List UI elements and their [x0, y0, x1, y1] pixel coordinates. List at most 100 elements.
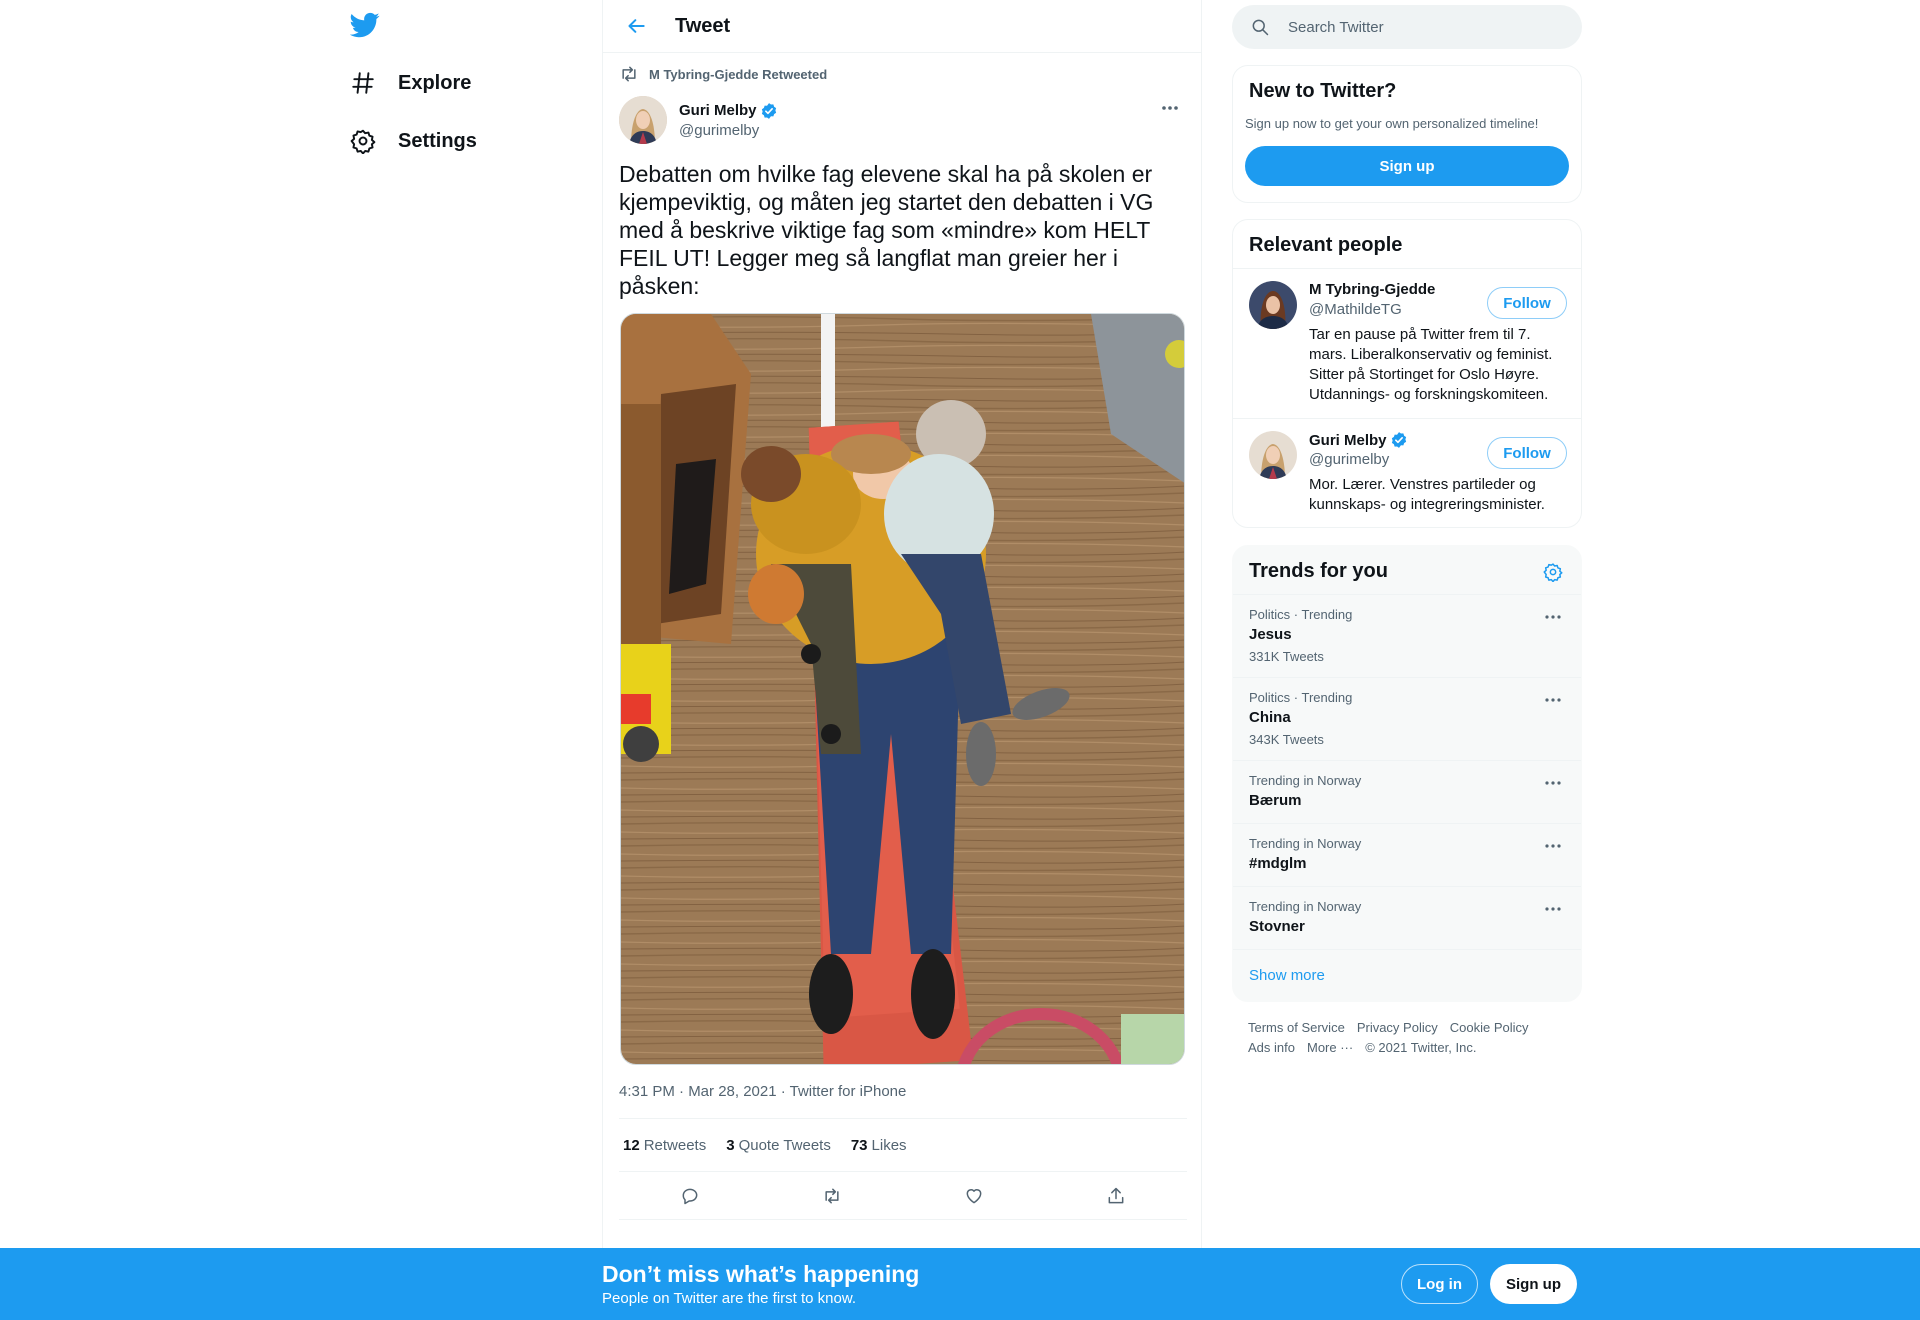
- gear-icon: [350, 128, 376, 154]
- signup-banner: Don’t miss what’s happening People on Tw…: [0, 1248, 1920, 1320]
- relevant-people-card: Relevant people M Tybring-Gjedde @Mathil…: [1232, 219, 1582, 528]
- banner-title: Don’t miss what’s happening: [602, 1261, 920, 1287]
- person-item[interactable]: M Tybring-Gjedde @MathildeTG Tar en paus…: [1233, 268, 1581, 418]
- retweets-count: 12: [623, 1136, 640, 1154]
- person-item[interactable]: Guri Melby @gurimelby Mor. Lærer. Venstr…: [1233, 418, 1581, 527]
- verified-badge-icon: [761, 102, 776, 119]
- likes-count: 73: [850, 1136, 868, 1154]
- reply-icon: [682, 1188, 698, 1204]
- reply-button[interactable]: [671, 1177, 709, 1215]
- retweet-icon: [622, 66, 636, 82]
- more-dots-icon: [1162, 106, 1178, 110]
- retweet-button[interactable]: [813, 1177, 851, 1215]
- new-to-twitter-title: New to Twitter?: [1249, 80, 1397, 102]
- trend-name: #mdglm: [1249, 855, 1307, 872]
- cookie-link[interactable]: Cookie Policy: [1450, 1020, 1529, 1035]
- terms-link[interactable]: Terms of Service: [1248, 1020, 1345, 1035]
- banner-subtitle: People on Twitter are the first to know.: [602, 1290, 857, 1307]
- new-to-twitter-subtitle: Sign up now to get your own personalized…: [1245, 116, 1539, 131]
- nav-explore[interactable]: Explore: [350, 58, 471, 108]
- hashtag-icon: [350, 70, 376, 96]
- likes-label: Likes: [871, 1136, 907, 1154]
- author-name[interactable]: Guri Melby: [679, 102, 757, 119]
- trends-title: Trends for you: [1249, 560, 1388, 582]
- trends-settings-button[interactable]: [1541, 560, 1565, 584]
- trend-name: China: [1249, 709, 1291, 726]
- trend-item[interactable]: Politics · Trending China 343K Tweets: [1233, 677, 1581, 760]
- trend-name: Jesus: [1249, 626, 1292, 643]
- retweets-label: Retweets: [643, 1136, 707, 1154]
- person-handle[interactable]: @gurimelby: [1309, 451, 1389, 468]
- gear-icon: [1543, 563, 1563, 582]
- nav-settings-label: Settings: [398, 129, 477, 152]
- person-handle[interactable]: @MathildeTG: [1309, 301, 1402, 318]
- tweet-text: Debatten om hvilke fag elevene skal ha p…: [619, 161, 1160, 299]
- more-dots-icon: [1545, 615, 1561, 619]
- trend-context: Trending in Norway: [1249, 773, 1362, 788]
- retweeted-by-label[interactable]: M Tybring-Gjedde Retweeted: [649, 67, 827, 82]
- tweet-stats: 12 Retweets 3 Quote Tweets 73 Likes: [619, 1118, 1187, 1172]
- quote-tweets-stat[interactable]: 3 Quote Tweets: [726, 1137, 831, 1154]
- trend-more-button[interactable]: [1539, 836, 1567, 856]
- avatar[interactable]: [619, 96, 667, 144]
- more-link[interactable]: More ···: [1307, 1040, 1353, 1055]
- trend-more-button[interactable]: [1539, 773, 1567, 793]
- search-icon: [1252, 19, 1269, 36]
- copyright: © 2021 Twitter, Inc.: [1365, 1040, 1477, 1055]
- search-input[interactable]: [1288, 18, 1548, 36]
- verified-badge-icon: [1391, 432, 1406, 448]
- person-bio: Tar en pause på Twitter frem til 7. mars…: [1309, 326, 1553, 403]
- trend-item[interactable]: Politics · Trending Jesus 331K Tweets: [1233, 594, 1581, 677]
- banner-signup-button[interactable]: Sign up: [1490, 1264, 1577, 1304]
- tweet-timestamp[interactable]: 4:31 PM · Mar 28, 2021 · Twitter for iPh…: [619, 1083, 906, 1100]
- nav-explore-label: Explore: [398, 71, 472, 94]
- privacy-link[interactable]: Privacy Policy: [1357, 1020, 1438, 1035]
- trend-item[interactable]: Trending in Norway #mdglm: [1233, 823, 1581, 886]
- signup-button[interactable]: Sign up: [1245, 146, 1569, 186]
- quote-tweets-label: Quote Tweets: [738, 1136, 831, 1154]
- trend-context: Politics · Trending: [1249, 690, 1353, 705]
- trends-divider: [1233, 949, 1581, 950]
- follow-button[interactable]: Follow: [1487, 437, 1567, 469]
- show-more-link[interactable]: Show more: [1249, 967, 1325, 984]
- page-title: Tweet: [675, 14, 731, 37]
- like-button[interactable]: [955, 1177, 993, 1215]
- trend-more-button[interactable]: [1539, 607, 1567, 627]
- more-dots-icon: [1545, 698, 1561, 702]
- ads-info-link[interactable]: Ads info: [1248, 1040, 1295, 1055]
- tweet-column: Tweet M Tybring-Gjedde Retweeted Guri Me…: [602, 0, 1202, 1248]
- share-icon: [1108, 1187, 1124, 1203]
- trend-more-button[interactable]: [1539, 690, 1567, 710]
- trend-item[interactable]: Trending in Norway Stovner: [1233, 886, 1581, 949]
- avatar[interactable]: [1249, 431, 1297, 479]
- trend-name: Bærum: [1249, 792, 1302, 809]
- avatar[interactable]: [1249, 281, 1297, 329]
- author-handle[interactable]: @gurimelby: [679, 122, 778, 139]
- twitter-bird-icon[interactable]: [349, 10, 380, 40]
- tweet-more-button[interactable]: [1155, 96, 1185, 120]
- trend-count: 343K Tweets: [1249, 732, 1324, 747]
- more-dots-icon: [1545, 907, 1561, 911]
- heart-icon: [966, 1188, 982, 1203]
- follow-button[interactable]: Follow: [1487, 287, 1567, 319]
- tweet-photo[interactable]: [620, 313, 1185, 1065]
- tweet-author: Guri Melby @gurimelby: [619, 96, 778, 144]
- retweets-stat[interactable]: 12 Retweets: [623, 1137, 706, 1154]
- more-dots-icon: [1545, 844, 1561, 848]
- likes-stat[interactable]: 73 Likes: [851, 1137, 907, 1154]
- tweet-actions: [619, 1172, 1187, 1220]
- search-bar[interactable]: [1232, 5, 1582, 49]
- trend-context: Trending in Norway: [1249, 836, 1362, 851]
- trend-item[interactable]: Trending in Norway Bærum: [1233, 760, 1581, 823]
- trend-more-button[interactable]: [1539, 899, 1567, 919]
- login-button[interactable]: Log in: [1401, 1264, 1478, 1304]
- person-name[interactable]: Guri Melby: [1309, 432, 1387, 449]
- more-dots-icon: [1545, 781, 1561, 785]
- trend-count: 331K Tweets: [1249, 649, 1324, 664]
- trend-context: Trending in Norway: [1249, 899, 1362, 914]
- share-button[interactable]: [1097, 1177, 1135, 1215]
- person-name[interactable]: M Tybring-Gjedde: [1309, 281, 1435, 298]
- nav-settings[interactable]: Settings: [350, 116, 477, 166]
- back-button[interactable]: [619, 8, 655, 44]
- new-to-twitter-card: New to Twitter? Sign up now to get your …: [1232, 65, 1582, 203]
